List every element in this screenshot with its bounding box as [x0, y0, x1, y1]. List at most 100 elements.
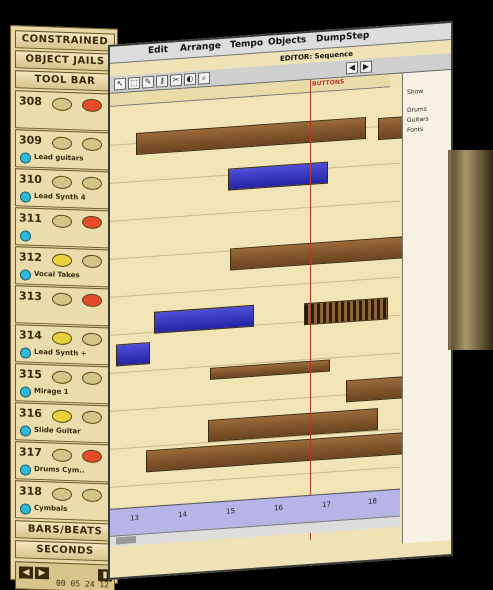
record-knob-icon[interactable] — [52, 97, 72, 112]
play-icon[interactable]: ▶ — [35, 566, 49, 580]
track-number: 318 — [19, 484, 42, 499]
arrange-area[interactable] — [110, 86, 426, 507]
region-lead-guitars[interactable] — [136, 116, 366, 156]
record-knob-icon[interactable] — [52, 136, 72, 151]
record-knob-icon[interactable] — [52, 292, 72, 307]
track-led-icon — [20, 464, 31, 476]
menu-arrange[interactable]: Arrange — [180, 41, 221, 54]
track-name: Lead Synth + — [34, 347, 87, 358]
nav-right-icon[interactable]: ▶ — [360, 60, 372, 74]
mute-knob-icon[interactable] — [82, 215, 102, 230]
bars-beats-button[interactable]: BARS/BEATS — [15, 520, 115, 542]
mute-knob-icon[interactable] — [82, 176, 102, 191]
track-led-icon — [20, 425, 31, 437]
track-number: 309 — [19, 133, 42, 148]
menu-edit[interactable]: Edit — [148, 45, 168, 56]
track-name: Mirage 1 — [34, 386, 69, 397]
menu-objects[interactable]: Objects — [268, 35, 306, 48]
record-knob-icon[interactable] — [52, 175, 72, 190]
ruler-label: 15 — [226, 507, 235, 516]
object-jails-button[interactable]: OBJECT JAILS — [15, 50, 115, 72]
control-strip: CONSTRAINED OBJECT JAILS TOOL BAR 308 309… — [10, 25, 118, 590]
side-item-fonts[interactable]: Fonts — [407, 126, 423, 134]
mute-knob-icon[interactable] — [82, 371, 102, 386]
pencil-tool-icon[interactable]: ✎ — [142, 75, 154, 89]
glue-tool-icon[interactable]: ◐ — [184, 72, 196, 86]
track-name: Vocal Takes — [34, 269, 80, 280]
track-led-icon — [20, 503, 31, 515]
track-number: 317 — [19, 445, 42, 460]
time-readout: 00 05 24 12 — [56, 578, 109, 590]
track-cell[interactable]: 313 — [15, 285, 115, 327]
region-lead-synth-plus-2[interactable] — [304, 297, 388, 326]
track-name: Lead guitars — [34, 152, 84, 163]
track-number: 316 — [19, 406, 42, 421]
track-led-icon — [20, 386, 31, 398]
record-knob-icon[interactable] — [52, 448, 72, 463]
track-number: 308 — [19, 94, 42, 109]
track-number: 312 — [19, 250, 42, 265]
track-led-icon — [20, 152, 31, 164]
track-cell[interactable]: 310 Lead Synth 4 — [15, 168, 115, 210]
track-cell[interactable]: 312 Vocal Takes — [15, 246, 115, 288]
track-cell[interactable]: 311 — [15, 207, 115, 249]
nav-left-icon[interactable]: ◀ — [346, 61, 358, 75]
mute-knob-icon[interactable] — [82, 254, 102, 269]
side-item-show[interactable]: Show — [407, 88, 423, 96]
key-tool-icon[interactable]: ⚷ — [156, 74, 168, 88]
track-number: 315 — [19, 367, 42, 382]
track-led-icon — [20, 230, 31, 242]
track-cell[interactable]: 316 Slide Guitar — [15, 402, 115, 444]
track-cell[interactable]: 309 Lead guitars — [15, 129, 115, 171]
track-cell[interactable]: 318 Cymbals — [15, 480, 115, 522]
menu-dump[interactable]: Dump — [316, 32, 346, 44]
scrollbar-thumb[interactable] — [116, 536, 136, 545]
track-led-icon — [20, 347, 31, 359]
region-lead-synth[interactable] — [228, 161, 328, 191]
constrained-button[interactable]: CONSTRAINED — [15, 30, 115, 52]
record-knob-icon[interactable] — [52, 214, 72, 229]
select-tool-icon[interactable]: ⬚ — [128, 76, 140, 90]
seconds-button[interactable]: SECONDS — [15, 540, 115, 562]
mute-knob-icon[interactable] — [82, 410, 102, 425]
record-knob-icon[interactable] — [52, 253, 72, 268]
record-knob-icon[interactable] — [52, 487, 72, 502]
rewind-icon[interactable]: ◀ — [19, 566, 33, 579]
zoom-tool-icon[interactable]: ⌕ — [198, 71, 210, 85]
menu-step[interactable]: Step — [346, 31, 369, 43]
record-knob-icon[interactable] — [52, 409, 72, 424]
scissors-tool-icon[interactable]: ✂ — [170, 73, 182, 87]
mute-knob-icon[interactable] — [82, 137, 102, 152]
menu-tempo[interactable]: Tempo — [230, 38, 263, 50]
record-knob-icon[interactable] — [52, 370, 72, 385]
side-item-guitars[interactable]: Guitars — [407, 116, 429, 125]
ruler-label: 16 — [274, 503, 283, 513]
region-vocal-takes[interactable] — [230, 235, 420, 271]
track-number: 313 — [19, 289, 42, 304]
track-name: Cymbals — [34, 503, 68, 514]
mute-knob-icon[interactable] — [82, 293, 102, 308]
track-cell[interactable]: 308 — [15, 90, 115, 132]
ruler-label: 13 — [130, 513, 139, 523]
track-cell[interactable]: 317 Drums Cym.. — [15, 441, 115, 483]
tool-bar-button[interactable]: TOOL BAR — [15, 70, 115, 92]
playhead-line[interactable] — [310, 79, 311, 540]
track-name: Slide Guitar — [34, 425, 81, 436]
mute-knob-icon[interactable] — [82, 449, 102, 464]
ruler-label: 14 — [178, 510, 187, 520]
arrow-tool-icon[interactable]: ↖ — [114, 77, 126, 91]
region-mirage[interactable] — [116, 342, 150, 367]
decorative-panel-edge — [448, 150, 493, 350]
track-cell[interactable]: 315 Mirage 1 — [15, 363, 115, 405]
mute-knob-icon[interactable] — [82, 98, 102, 113]
track-name: Drums Cym.. — [34, 464, 85, 475]
mute-knob-icon[interactable] — [82, 488, 102, 503]
side-panel: Show Drums Guitars Fonts — [402, 69, 453, 544]
record-knob-icon[interactable] — [52, 331, 72, 346]
region-lead-synth-plus[interactable] — [154, 304, 254, 334]
side-item-drums[interactable]: Drums — [407, 106, 427, 114]
track-led-icon — [20, 191, 31, 203]
track-cell[interactable]: 314 Lead Synth + — [15, 324, 115, 366]
mute-knob-icon[interactable] — [82, 332, 102, 347]
track-name: Lead Synth 4 — [34, 191, 86, 202]
